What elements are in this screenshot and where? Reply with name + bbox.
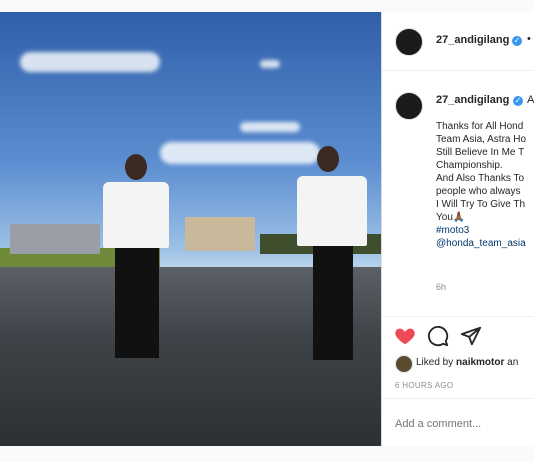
verified-badge-icon: ✓ xyxy=(513,96,523,106)
caption-line: people who always xyxy=(436,186,521,197)
liked-by-user[interactable]: naikmotor xyxy=(456,357,504,368)
header-username[interactable]: 27_andigilang xyxy=(436,34,509,46)
caption-line: I Will Try To Give Th xyxy=(436,199,526,210)
hashtag-link[interactable]: #moto3 xyxy=(436,224,534,237)
actions-separator xyxy=(382,316,534,317)
verified-badge-icon: ✓ xyxy=(512,36,522,46)
liked-by-prefix: Liked by xyxy=(416,357,454,368)
caption-username[interactable]: 27_andigilang xyxy=(436,94,509,106)
page-bottom xyxy=(0,446,534,462)
liked-by-suffix: an xyxy=(507,357,519,368)
caption-username-suffix: A xyxy=(527,94,534,106)
avatar[interactable] xyxy=(395,28,423,56)
share-icon[interactable] xyxy=(460,325,482,347)
post-caption: Thanks for All Hond Team Asia, Astra Ho … xyxy=(436,120,534,250)
caption-line: And Also Thanks To xyxy=(436,173,525,184)
caption-line: You🙏🏾 xyxy=(436,212,466,223)
caption-line: Team Asia, Astra Ho xyxy=(436,134,527,145)
caption-avatar[interactable] xyxy=(395,92,423,120)
add-comment-input[interactable] xyxy=(395,418,525,430)
mention-link[interactable]: @honda_team_asia xyxy=(436,237,534,250)
comment-icon[interactable] xyxy=(427,325,449,347)
caption-time[interactable]: 6h xyxy=(436,282,446,292)
liked-by[interactable]: Liked by naikmotor an xyxy=(416,357,518,368)
comment-separator xyxy=(382,398,534,399)
post-timestamp[interactable]: 6 HOURS AGO xyxy=(395,381,453,390)
post-side-panel: 27_andigilang ✓ • 27_andigilang ✓ A Than… xyxy=(382,12,534,446)
caption-line: Championship. xyxy=(436,160,503,171)
heart-icon[interactable] xyxy=(394,325,416,347)
caption-line: Thanks for All Hond xyxy=(436,121,524,132)
post-photo[interactable] xyxy=(0,12,381,446)
post-header: 27_andigilang ✓ • xyxy=(382,12,534,71)
header-dot: • xyxy=(527,33,531,45)
caption-line: Still Believe In Me T xyxy=(436,147,525,158)
liked-by-avatar[interactable] xyxy=(395,355,413,373)
